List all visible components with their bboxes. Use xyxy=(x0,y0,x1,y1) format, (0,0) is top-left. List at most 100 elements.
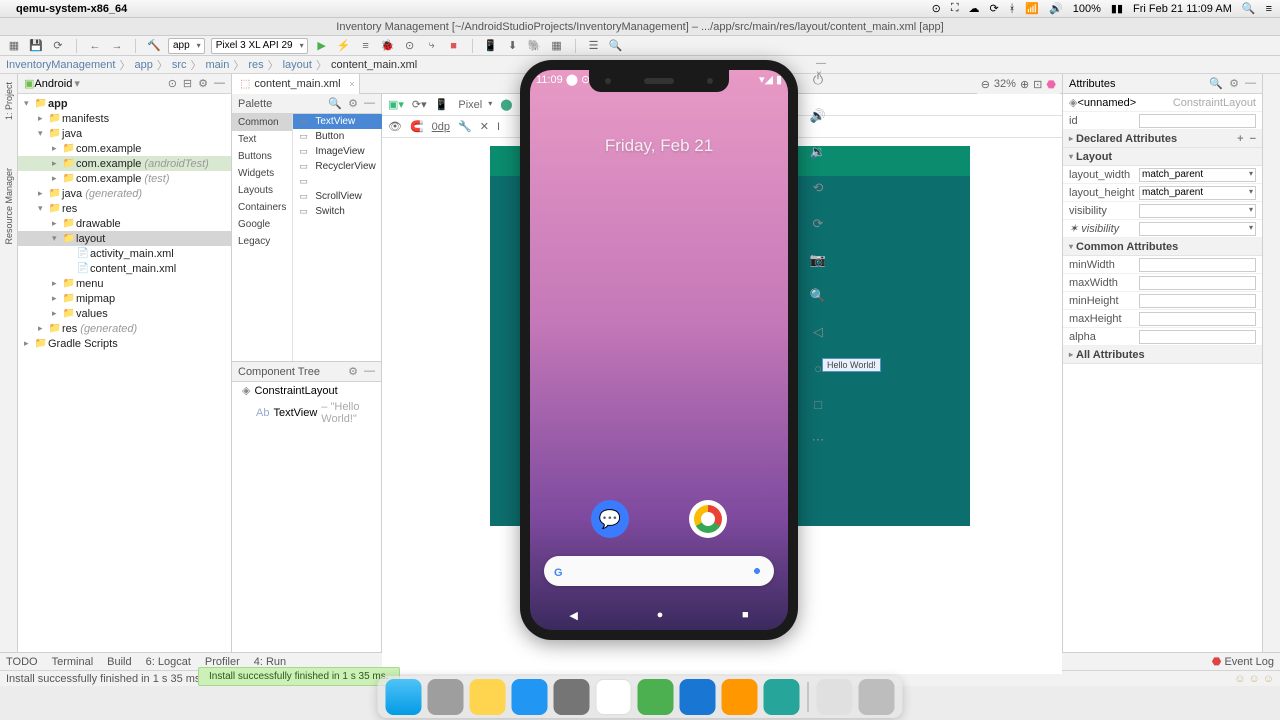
search-icon[interactable]: 🔍 xyxy=(1209,77,1223,90)
attr-layout-height[interactable]: match_parent xyxy=(1139,186,1256,200)
collapse-icon[interactable]: ⊙ xyxy=(168,77,177,90)
pan-icon[interactable]: 👁 xyxy=(388,120,402,133)
api-icon[interactable]: ⬤ xyxy=(500,98,512,111)
crumb[interactable]: src xyxy=(172,59,187,71)
status-faces[interactable]: ☺ ☺ ☺ xyxy=(1234,673,1274,685)
tree-row[interactable]: ▸📁mipmap xyxy=(18,291,231,306)
launchpad-icon[interactable] xyxy=(428,679,464,715)
orientation-icon[interactable]: ⟳▾ xyxy=(412,98,427,111)
palette-cat[interactable]: Legacy xyxy=(232,233,292,250)
stop-icon[interactable]: ■ xyxy=(446,38,462,54)
hide-icon[interactable]: — xyxy=(364,365,375,378)
palette-item[interactable]: ▭ScrollView xyxy=(293,189,381,204)
build-icon[interactable]: 🔨 xyxy=(146,38,162,54)
attr-alpha[interactable] xyxy=(1139,330,1256,344)
more-icon[interactable]: ⋯ xyxy=(806,428,830,452)
tree-row[interactable]: ▸📁com.example xyxy=(18,141,231,156)
palette-cat[interactable]: Text xyxy=(232,131,292,148)
apply-icon[interactable]: ⚡ xyxy=(336,38,352,54)
trash-icon[interactable] xyxy=(859,679,895,715)
tree-row[interactable]: ▸📁com.example(androidTest) xyxy=(18,156,231,171)
remove-icon[interactable]: − xyxy=(1250,133,1256,145)
fwd-icon[interactable]: → xyxy=(109,38,125,54)
attr-maxheight[interactable] xyxy=(1139,312,1256,326)
tab-build[interactable]: Build xyxy=(107,656,131,668)
tree-row[interactable]: 📄content_main.xml xyxy=(18,261,231,276)
clear-icon[interactable]: ✕ xyxy=(480,120,489,133)
emulator-device[interactable]: — × 11:09⬤⊙ ▾◢▮ Friday, Feb 21 💬 G ◀ ● ■ xyxy=(520,60,798,640)
tree-row[interactable]: ▸📁res(generated) xyxy=(18,321,231,336)
wrench-icon[interactable]: 🔧 xyxy=(458,120,472,133)
tree-row[interactable]: ▸📁values xyxy=(18,306,231,321)
tree-row[interactable]: ▾📁app xyxy=(18,96,231,111)
nav-home[interactable]: ● xyxy=(657,609,664,622)
comptree-child[interactable]: AbTextView– "Hello World!" xyxy=(232,399,381,427)
device-combo[interactable]: Pixel 3 XL API 29 xyxy=(211,38,308,54)
run-icon[interactable]: ▶ xyxy=(314,38,330,54)
sublime-icon[interactable] xyxy=(722,679,758,715)
palette-cat[interactable]: Buttons xyxy=(232,148,292,165)
vol-up-icon[interactable]: 🔊 xyxy=(806,104,830,128)
tree-row[interactable]: ▸📁java(generated) xyxy=(18,186,231,201)
crumb-file[interactable]: content_main.xml xyxy=(331,59,417,71)
crumb[interactable]: res xyxy=(248,59,263,71)
palette-item[interactable]: ▭TextView xyxy=(293,114,381,129)
section-layout[interactable]: Layout xyxy=(1076,151,1112,163)
jetbrains-icon[interactable] xyxy=(764,679,800,715)
chrome-app-icon[interactable] xyxy=(689,500,727,538)
device-combo[interactable]: Pixel xyxy=(456,99,492,111)
attr-id-input[interactable] xyxy=(1139,114,1256,128)
expand-icon[interactable]: ⊟ xyxy=(183,77,192,90)
vol-down-icon[interactable]: 🔉 xyxy=(806,140,830,164)
messages-app-icon[interactable]: 💬 xyxy=(591,500,629,538)
gear-icon[interactable]: ⚙ xyxy=(348,365,358,378)
save-icon[interactable]: 💾 xyxy=(28,38,44,54)
palette-cat[interactable]: Google xyxy=(232,216,292,233)
palette-item[interactable]: ▭ImageView xyxy=(293,144,381,159)
gear-icon[interactable]: ⚙ xyxy=(1229,77,1239,90)
zoom-icon[interactable]: 🔍 xyxy=(806,284,830,308)
apply2-icon[interactable]: ≡ xyxy=(358,38,374,54)
event-log[interactable]: ⬣ Event Log xyxy=(1212,655,1274,668)
palette-item[interactable]: ▭Button xyxy=(293,129,381,144)
palette-cat[interactable]: Widgets xyxy=(232,165,292,182)
chrome-dock-icon[interactable] xyxy=(596,679,632,715)
camera-icon[interactable]: 📷 xyxy=(806,248,830,272)
sync-icon[interactable]: ⟳ xyxy=(990,2,999,15)
view-mode-icon[interactable]: ▣▾ xyxy=(388,98,404,111)
project-tree[interactable]: ▾📁app▸📁manifests▾📁java▸📁com.example▸📁com… xyxy=(18,94,231,652)
assistant-icon[interactable] xyxy=(750,564,764,578)
palette-item[interactable]: ▭ xyxy=(293,174,381,189)
tree-row[interactable]: ▸📁manifests xyxy=(18,111,231,126)
tree-row[interactable]: ▾📁java xyxy=(18,126,231,141)
tab-resmgr[interactable]: Resource Manager xyxy=(4,164,14,249)
tree-row[interactable]: ▸📁drawable xyxy=(18,216,231,231)
finder-icon[interactable] xyxy=(386,679,422,715)
tab-todo[interactable]: TODO xyxy=(6,656,38,668)
hide-icon[interactable]: — xyxy=(364,97,375,110)
palette-cat[interactable]: Containers xyxy=(232,199,292,216)
spotlight-icon[interactable]: 🔍 xyxy=(1242,2,1256,15)
zoom-in-icon[interactable]: ⊕ xyxy=(1020,78,1029,91)
palette-cat[interactable]: Layouts xyxy=(232,182,292,199)
warn-icon[interactable]: ⬣ xyxy=(1046,78,1056,91)
comptree-root[interactable]: ◈ConstraintLayout xyxy=(232,382,381,399)
attach-icon[interactable]: ⤷ xyxy=(424,38,440,54)
crumb[interactable]: layout xyxy=(283,59,312,71)
notes-icon[interactable] xyxy=(470,679,506,715)
sync-gradle-icon[interactable]: 🐘 xyxy=(527,38,543,54)
back-btn-icon[interactable]: ◁ xyxy=(806,320,830,344)
tree-row[interactable]: 📄activity_main.xml xyxy=(18,246,231,261)
palette-categories[interactable]: CommonTextButtonsWidgetsLayoutsContainer… xyxy=(232,114,293,361)
palette-items[interactable]: ▭TextView▭Button▭ImageView▭RecyclerView▭… xyxy=(293,114,381,361)
google-search-bar[interactable]: G xyxy=(544,556,774,586)
volume-icon[interactable]: 🔊 xyxy=(1049,2,1063,15)
attr-maxwidth[interactable] xyxy=(1139,276,1256,290)
attr-visibility[interactable] xyxy=(1139,204,1256,218)
palette-item[interactable]: ▭RecyclerView xyxy=(293,159,381,174)
tab-terminal[interactable]: Terminal xyxy=(52,656,94,668)
tree-row[interactable]: ▾📁res xyxy=(18,201,231,216)
nav-recent[interactable]: ■ xyxy=(742,609,749,622)
tree-row[interactable]: ▸📁com.example(test) xyxy=(18,171,231,186)
tab-project[interactable]: 1: Project xyxy=(4,78,14,124)
